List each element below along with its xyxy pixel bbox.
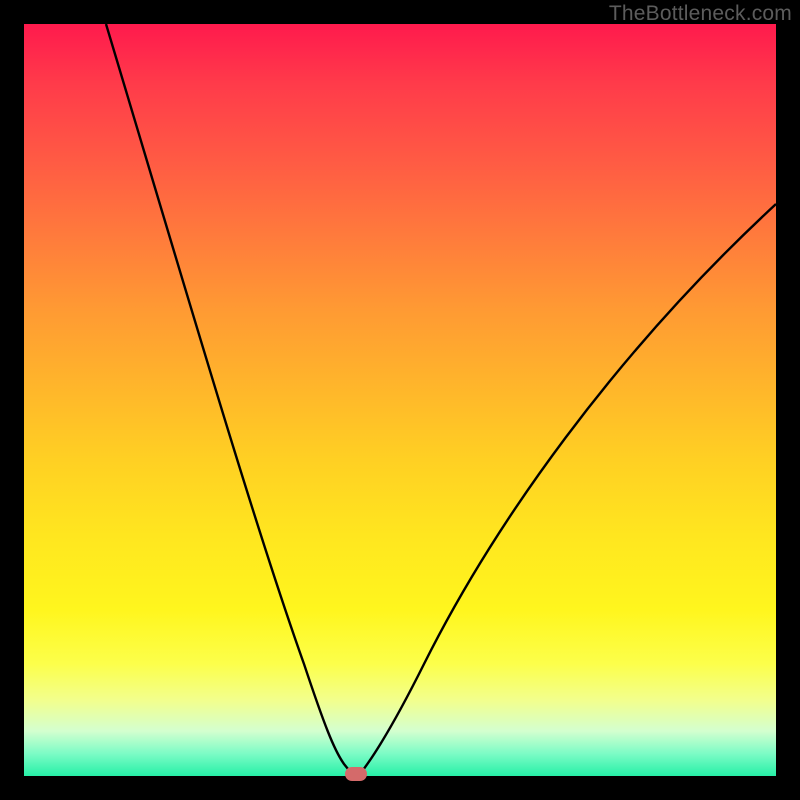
plot-area [24,24,776,776]
curve-right-branch [360,204,776,774]
curve-left-branch [106,24,352,774]
bottleneck-curve [24,24,776,776]
watermark-text: TheBottleneck.com [609,2,792,26]
optimal-point-marker [345,767,367,781]
chart-frame: TheBottleneck.com [0,0,800,800]
